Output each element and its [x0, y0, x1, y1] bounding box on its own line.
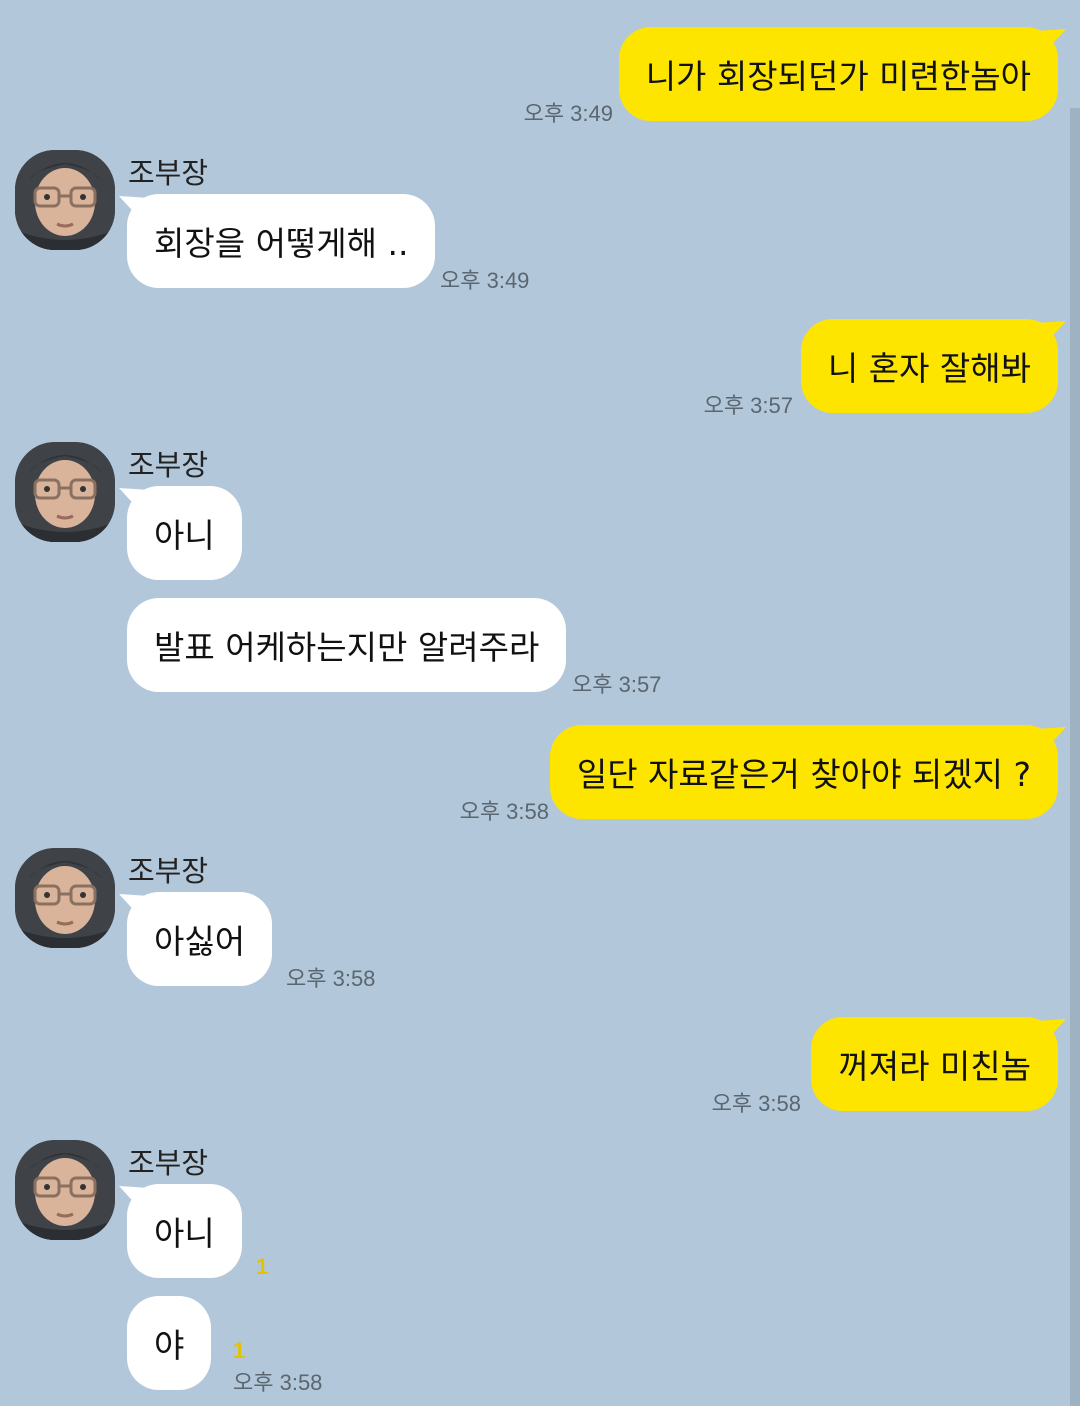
- message-text: 아니: [154, 516, 215, 555]
- contact-avatar[interactable]: [15, 150, 115, 250]
- contact-avatar[interactable]: [15, 848, 115, 948]
- message-time: 오후 3:58: [711, 1091, 801, 1116]
- bubble-tail-icon: [1036, 321, 1066, 345]
- sender-name: 조부장: [128, 854, 209, 888]
- message-time: 오후 3:58: [286, 966, 376, 991]
- profile-photo-icon: [15, 848, 115, 948]
- bubble-tail-icon: [1036, 1019, 1066, 1043]
- profile-photo-icon: [15, 1140, 115, 1240]
- message-text: 야: [154, 1326, 185, 1365]
- sender-name: 조부장: [128, 1146, 209, 1180]
- contact-avatar[interactable]: [15, 1140, 115, 1240]
- message-text: 꺼져라 미친놈: [838, 1047, 1031, 1086]
- message-time: 오후 3:57: [703, 393, 793, 418]
- message-text: 발표 어케하는지만 알려주라: [154, 628, 540, 667]
- bubble-tail-icon: [119, 1186, 149, 1210]
- message-time: 오후 3:57: [572, 672, 662, 697]
- message-time: 오후 3:58: [459, 799, 549, 824]
- message-time: 오후 3:49: [440, 268, 530, 293]
- message-text: 아니: [154, 1214, 215, 1253]
- profile-photo-icon: [15, 442, 115, 542]
- message-text: 니 혼자 잘해봐: [827, 349, 1031, 388]
- their-message-bubble[interactable]: 아니: [119, 486, 242, 580]
- their-message-bubble[interactable]: 야: [127, 1296, 212, 1390]
- message-text: 회장을 어떻게해 ..: [154, 224, 409, 263]
- unread-count-badge: 1: [256, 1254, 269, 1279]
- message-text: 일단 자료같은거 찾아야 되겠지 ?: [576, 755, 1031, 794]
- sender-name: 조부장: [128, 156, 209, 190]
- their-message-bubble[interactable]: 아니: [119, 1184, 242, 1278]
- bubble-tail-icon: [1036, 727, 1066, 751]
- profile-photo-icon: [15, 150, 115, 250]
- their-message-bubble[interactable]: 발표 어케하는지만 알려주라: [127, 598, 567, 692]
- my-message-bubble[interactable]: 꺼져라 미친놈: [811, 1017, 1066, 1111]
- message-time: 오후 3:49: [523, 101, 613, 126]
- message-text: 니가 회장되던가 미련한놈아: [645, 57, 1031, 96]
- chat-room[interactable]: 니가 회장되던가 미련한놈아 오후 3:49 조부장 회장을 어떻게해 .. 오…: [0, 0, 1080, 1406]
- bubble-tail-icon: [119, 894, 149, 918]
- scrollbar[interactable]: [1070, 108, 1080, 1406]
- message-text: 아싫어: [154, 922, 246, 961]
- unread-count-badge: 1: [233, 1338, 246, 1363]
- my-message-bubble[interactable]: 일단 자료같은거 찾아야 되겠지 ?: [549, 725, 1066, 819]
- message-time: 오후 3:58: [233, 1370, 323, 1395]
- my-message-bubble[interactable]: 니가 회장되던가 미련한놈아: [618, 27, 1066, 121]
- bubble-tail-icon: [119, 488, 149, 512]
- bubble-tail-icon: [1036, 29, 1066, 53]
- bubble-tail-icon: [119, 196, 149, 220]
- my-message-bubble[interactable]: 니 혼자 잘해봐: [800, 319, 1066, 413]
- sender-name: 조부장: [128, 448, 209, 482]
- their-message-bubble[interactable]: 회장을 어떻게해 ..: [119, 194, 436, 288]
- contact-avatar[interactable]: [15, 442, 115, 542]
- their-message-bubble[interactable]: 아싫어: [119, 892, 273, 986]
